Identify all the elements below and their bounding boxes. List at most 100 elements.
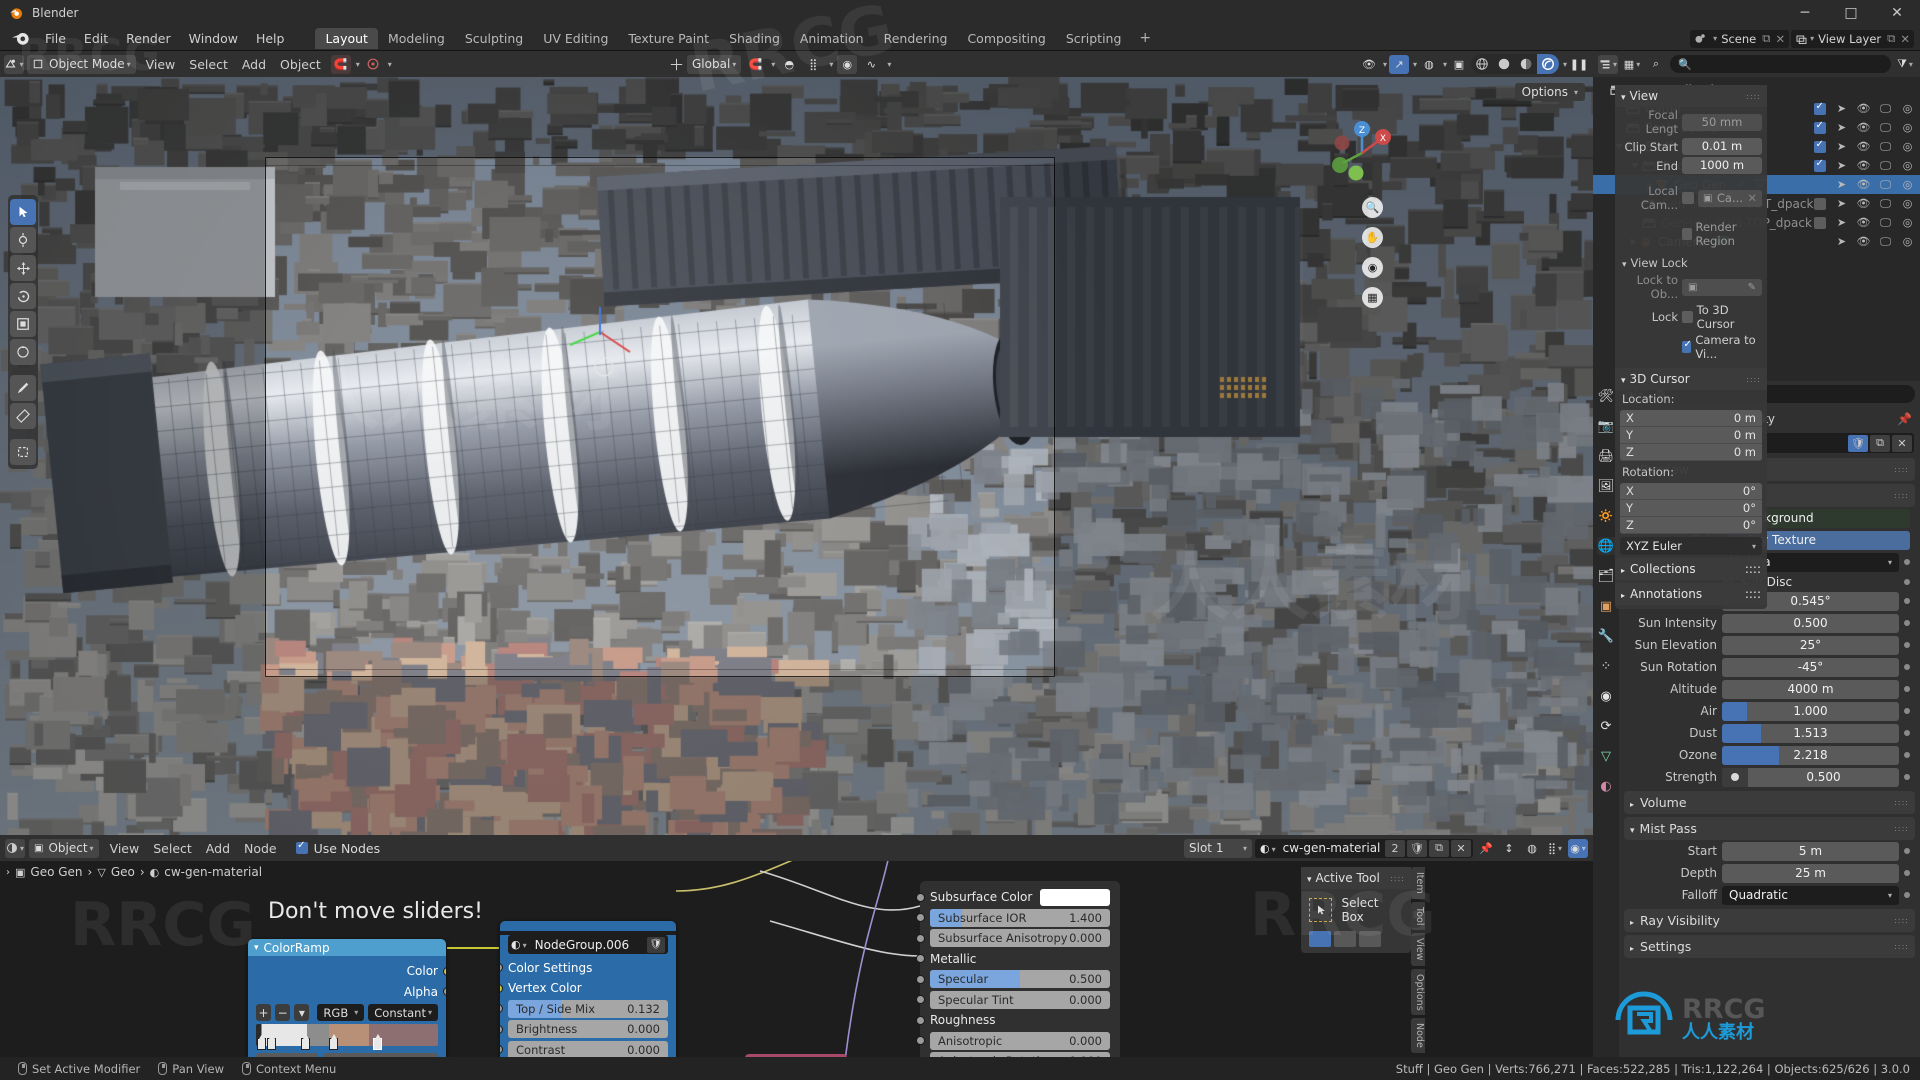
monitor-icon[interactable]: 🖵 (1879, 121, 1892, 134)
camera-render-icon[interactable]: ◎ (1901, 121, 1914, 134)
nodegroup-name[interactable]: NodeGroup.006 (531, 938, 643, 952)
cursor-arrow-icon[interactable]: ➤ (1835, 197, 1848, 210)
color-swatch[interactable] (1040, 888, 1110, 906)
pin-icon[interactable]: 📌 (1897, 412, 1912, 426)
camera-render-icon[interactable]: ◎ (1901, 235, 1914, 248)
duplicate-world-button[interactable]: ⧉ (1870, 434, 1890, 452)
clip-start-row[interactable]: Clip Start 0.01 m (1615, 137, 1767, 156)
properties-tab-tool[interactable]: 🛠 (1597, 387, 1615, 405)
color-ramp-widget[interactable]: + − ▾ RGB ▾ Constant ▾ (256, 1004, 438, 1057)
properties-tab-modifier[interactable]: 🔧 (1597, 627, 1615, 645)
node-input-socket[interactable] (500, 983, 503, 993)
node-input-socket[interactable] (916, 974, 925, 984)
ramp-stop[interactable] (301, 1034, 310, 1050)
strength-row[interactable]: Strength 0.500 (1619, 766, 1920, 788)
node-slider[interactable]: Anisotropic Rotation 0.000 (930, 1052, 1110, 1057)
mist-field-row[interactable]: Start 5 m (1619, 840, 1920, 862)
node-row[interactable]: Subsurface Anisotropy 0.000 (916, 929, 1110, 948)
axis-field-x[interactable]: X 0 m (1620, 410, 1762, 427)
focal-length-row[interactable]: Focal Lengt 50 mm (1615, 107, 1767, 137)
node-slider[interactable]: Subsurface IOR 1.400 (930, 908, 1110, 927)
outliner-row-toggles[interactable]: ➤ 👁 🖵 ◎ (1814, 139, 1914, 153)
node-row[interactable]: Vertex Color (500, 979, 668, 998)
camera-render-icon[interactable]: ◎ (1901, 102, 1914, 115)
fake-user-button[interactable]: 🛡 (1848, 434, 1868, 452)
tool-scale[interactable] (10, 311, 36, 337)
animate-dot[interactable] (1904, 848, 1910, 854)
menu-help[interactable]: Help (247, 29, 294, 48)
axis-field-z[interactable]: Z 0 m (1620, 444, 1762, 461)
sky-field-value[interactable]: -45° (1722, 657, 1899, 677)
tool-rotate[interactable] (10, 283, 36, 309)
sky-field-value[interactable]: 4000 m (1722, 679, 1899, 699)
sidebar-tab-view[interactable]: View (1411, 933, 1425, 966)
color-ramp-gradient[interactable] (256, 1024, 438, 1050)
ramp-stop[interactable] (257, 1034, 266, 1050)
outliner-checkbox[interactable] (1814, 139, 1826, 153)
colorramp-output-color[interactable]: Color (256, 962, 446, 981)
animate-dot[interactable] (1904, 774, 1910, 780)
shader-menu-add[interactable]: Add (199, 839, 237, 858)
cursor-arrow-icon[interactable]: ➤ (1835, 121, 1848, 134)
color-mode-dropdown[interactable]: RGB ▾ (317, 1004, 365, 1021)
tool-add-cube[interactable] (10, 439, 36, 465)
node-slider[interactable]: Specular Tint 0.000 (930, 990, 1110, 1009)
outliner-checkbox[interactable] (1814, 158, 1826, 172)
node-input-socket[interactable] (916, 1015, 925, 1025)
cursor-arrow-icon[interactable]: ➤ (1835, 216, 1848, 229)
node-row[interactable]: Subsurface Color (916, 888, 1110, 907)
axis-field-x[interactable]: X 0° (1620, 483, 1762, 500)
navigation-gizmo[interactable]: Z X (1326, 117, 1398, 189)
axis-field-z[interactable]: Z 0° (1620, 517, 1762, 534)
outliner-display-mode-icon[interactable]: ▦ ▾ (1622, 55, 1642, 74)
viewport-toolbar[interactable] (8, 195, 38, 469)
cursor-arrow-icon[interactable]: ➤ (1835, 235, 1848, 248)
view-lock-header[interactable]: ▾ View Lock (1615, 254, 1767, 272)
clip-start-value[interactable]: 0.01 m (1682, 138, 1762, 155)
outliner-editor-type-icon[interactable]: ▾ (1598, 54, 1618, 74)
eye-icon[interactable]: 👁 (1857, 102, 1871, 115)
clip-end-row[interactable]: End 1000 m (1615, 156, 1767, 175)
nodegroup-node-header[interactable] (500, 921, 676, 931)
eye-icon[interactable]: 👁 (1857, 140, 1871, 153)
eye-icon[interactable]: 👁 (1857, 216, 1871, 229)
node-input-socket[interactable] (916, 1036, 925, 1045)
use-nodes-checkbox[interactable] (295, 840, 308, 854)
outliner-row-toggles[interactable]: ➤ 👁 🖵 ◎ (1814, 216, 1914, 229)
view-layer-selector[interactable]: ▾ View Layer ⧉ ✕ (1791, 29, 1914, 48)
animate-dot[interactable] (1904, 686, 1910, 692)
viewport-menu-select[interactable]: Select (182, 55, 235, 74)
eye-icon[interactable]: 👁 (1857, 121, 1871, 134)
shader-editor-type-icon[interactable]: ▾ (5, 838, 25, 858)
properties-tab-particles[interactable]: ⁘ (1597, 657, 1615, 675)
node-input-socket[interactable] (500, 1004, 503, 1013)
tool-cursor[interactable] (10, 227, 36, 253)
node-slider[interactable]: Top / Side Mix 0.132 (508, 999, 668, 1018)
shader-menu-select[interactable]: Select (146, 839, 199, 858)
select-set-icon[interactable] (1309, 931, 1331, 947)
outliner-search-input[interactable]: 🔍 (1670, 55, 1891, 73)
workspace-tab-modeling[interactable]: Modeling (378, 28, 455, 49)
material-duplicate-button[interactable]: ⧉ (1429, 839, 1449, 857)
outliner-filter-icon[interactable]: ⌕ (1646, 55, 1666, 74)
mist-field-row[interactable]: Falloff Quadratic ▾ (1619, 884, 1920, 906)
3d-viewport[interactable]: Options ▾ Z X 🔍 ✋ ◉ ▦ (0, 77, 1593, 835)
camera-render-icon[interactable]: ◎ (1901, 197, 1914, 210)
outliner-filter-funnel-icon[interactable]: ⧩ ▾ (1895, 55, 1915, 74)
active-tool-header[interactable]: ▾ Active Tool :::: (1301, 867, 1411, 889)
monitor-icon[interactable]: 🖵 (1879, 235, 1892, 248)
shader-editor[interactable]: Don't move sliders! ▾ ColorRamp Color Al… (0, 835, 1593, 1057)
sidebar-tab-options[interactable]: Options (1411, 968, 1425, 1016)
material-id-block[interactable]: ◐ ▾ cw-gen-material 2 🛡 ⧉ ✕ (1255, 838, 1473, 858)
render-region-checkbox[interactable] (1682, 228, 1692, 240)
node-input-socket[interactable] (500, 1045, 503, 1054)
eye-icon[interactable]: 👁 (1857, 235, 1871, 248)
pin-icon[interactable]: 📌 (1476, 839, 1496, 858)
tool-move[interactable] (10, 255, 36, 281)
menu-render[interactable]: Render (117, 29, 180, 48)
outliner-row-toggles[interactable]: ➤ 👁 🖵 ◎ (1814, 178, 1914, 192)
node-slider[interactable]: Specular 0.500 (930, 970, 1110, 988)
material-fake-user-button[interactable]: 🛡 (1407, 839, 1427, 857)
workspace-tab-scripting[interactable]: Scripting (1056, 28, 1132, 49)
ramp-menu-button[interactable]: ▾ (294, 1004, 310, 1021)
